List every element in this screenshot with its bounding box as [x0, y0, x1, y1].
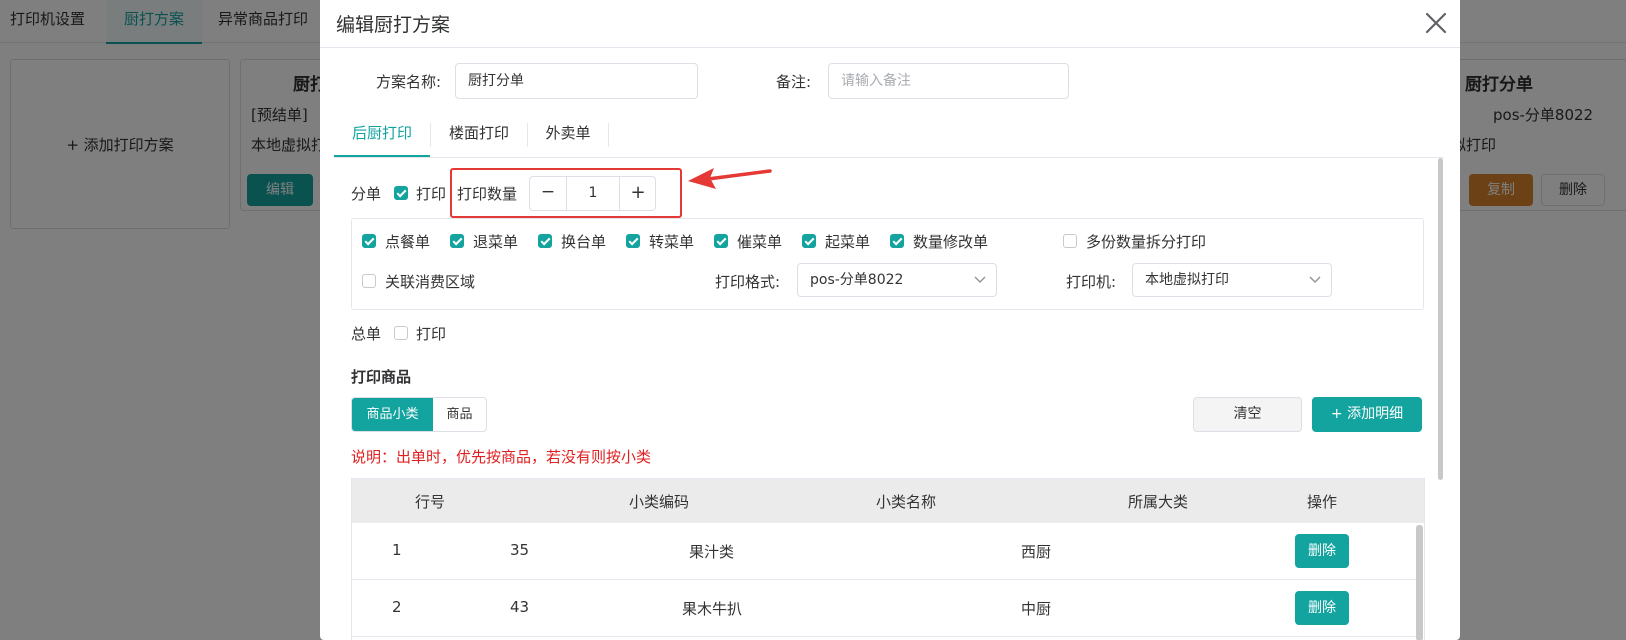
return-slip-label: 退菜单 [473, 233, 519, 251]
column-header: 行号 [414, 493, 445, 511]
table-header: 行号 小类编码 小类名称 所属大类 操作 [352, 479, 1424, 523]
area-checkbox[interactable] [362, 274, 376, 288]
subcategory-name: 果汁类 [689, 543, 735, 561]
parent-category: 西厨 [1021, 543, 1052, 561]
return-slip-checkbox[interactable] [450, 234, 464, 248]
goods-type-toggle: 商品小类 商品 [351, 397, 487, 432]
change-table-checkbox[interactable] [538, 234, 552, 248]
add-detail-button[interactable]: + 添加明细 [1312, 397, 1422, 432]
subcategory-option[interactable]: 商品小类 [352, 398, 433, 431]
qty-change-checkbox[interactable] [890, 234, 904, 248]
row-number: 2 [392, 598, 402, 616]
arrow-icon [688, 168, 772, 189]
multi-split-label: 多份数量拆分打印 [1086, 233, 1207, 251]
dialog-title: 编辑厨打方案 [336, 14, 451, 36]
total-print-label: 打印 [416, 325, 447, 343]
change-table-label: 换台单 [561, 233, 607, 251]
dialog-scrollbar[interactable] [1438, 158, 1443, 480]
parent-category: 中厨 [1021, 600, 1052, 618]
plan-name-label: 方案名称: [376, 73, 442, 91]
row-number: 1 [392, 541, 402, 559]
subcategory-name: 果木牛扒 [682, 600, 743, 618]
print-format-select[interactable]: pos-分单8022 [797, 263, 997, 297]
plan-name-input[interactable]: 厨打分单 [455, 63, 698, 99]
print-format-label: 打印格式: [715, 273, 781, 291]
clear-button[interactable]: 清空 [1193, 397, 1302, 432]
chevron-down-icon [974, 276, 986, 283]
subcategory-code: 43 [510, 598, 530, 616]
transfer-dish-checkbox[interactable] [626, 234, 640, 248]
total-print-checkbox[interactable] [394, 326, 408, 340]
column-header: 所属大类 [1127, 493, 1188, 511]
dialog-header: 编辑厨打方案 [320, 0, 1460, 48]
split-options-box: 点餐单 退菜单 换台单 转菜单 催菜单 起菜单 数量修改单 多份数量拆分打印 关… [351, 218, 1424, 310]
serve-dish-checkbox[interactable] [802, 234, 816, 248]
split-label: 分单 [351, 185, 382, 203]
order-slip-label: 点餐单 [385, 233, 431, 251]
goods-table: 行号 小类编码 小类名称 所属大类 操作 1 35 果汁类 西厨 删除 2 43… [351, 478, 1425, 640]
remark-label: 备注: [776, 73, 812, 91]
goods-section-title: 打印商品 [351, 368, 412, 386]
edit-plan-dialog: 编辑厨打方案 方案名称: 厨打分单 备注: 请输入备注 后厨打印 楼面打印 外卖… [320, 0, 1460, 640]
table-row: 2 43 果木牛扒 中厨 删除 [352, 580, 1416, 637]
highlight-box [450, 168, 682, 218]
remark-input[interactable]: 请输入备注 [828, 63, 1069, 99]
note-text: 说明：出单时，优先按商品，若没有则按小类 [351, 448, 652, 466]
print-type-tabs: 后厨打印 楼面打印 外卖单 [334, 115, 1444, 158]
printer-value: 本地虚拟打印 [1145, 272, 1229, 288]
printer-label: 打印机: [1066, 273, 1117, 291]
column-header: 小类名称 [875, 493, 936, 511]
order-slip-checkbox[interactable] [362, 234, 376, 248]
printer-select[interactable]: 本地虚拟打印 [1132, 263, 1332, 297]
goods-option[interactable]: 商品 [433, 398, 486, 431]
tab-takeout[interactable]: 外卖单 [528, 115, 608, 155]
qty-change-label: 数量修改单 [913, 233, 989, 251]
split-print-label: 打印 [416, 185, 447, 203]
delete-row-button[interactable]: 删除 [1295, 534, 1349, 568]
multi-split-checkbox[interactable] [1063, 234, 1077, 248]
rush-dish-checkbox[interactable] [714, 234, 728, 248]
total-label: 总单 [351, 325, 382, 343]
split-print-checkbox[interactable] [394, 186, 408, 200]
table-scrollbar[interactable] [1416, 525, 1423, 640]
delete-row-button[interactable]: 删除 [1295, 591, 1349, 625]
transfer-dish-label: 转菜单 [649, 233, 695, 251]
serve-dish-label: 起菜单 [825, 233, 871, 251]
subcategory-code: 35 [510, 541, 530, 559]
close-icon[interactable] [1421, 8, 1451, 38]
column-header: 操作 [1306, 493, 1337, 511]
table-row: 1 35 果汁类 西厨 删除 [352, 523, 1416, 580]
rush-dish-label: 催菜单 [737, 233, 783, 251]
tab-floor-print[interactable]: 楼面打印 [431, 115, 527, 155]
area-label: 关联消费区域 [385, 273, 476, 291]
chevron-down-icon [1309, 276, 1321, 283]
print-format-value: pos-分单8022 [810, 272, 904, 288]
tab-divider [608, 123, 609, 147]
column-header: 小类编码 [628, 493, 689, 511]
tab-kitchen-print[interactable]: 后厨打印 [334, 115, 430, 157]
